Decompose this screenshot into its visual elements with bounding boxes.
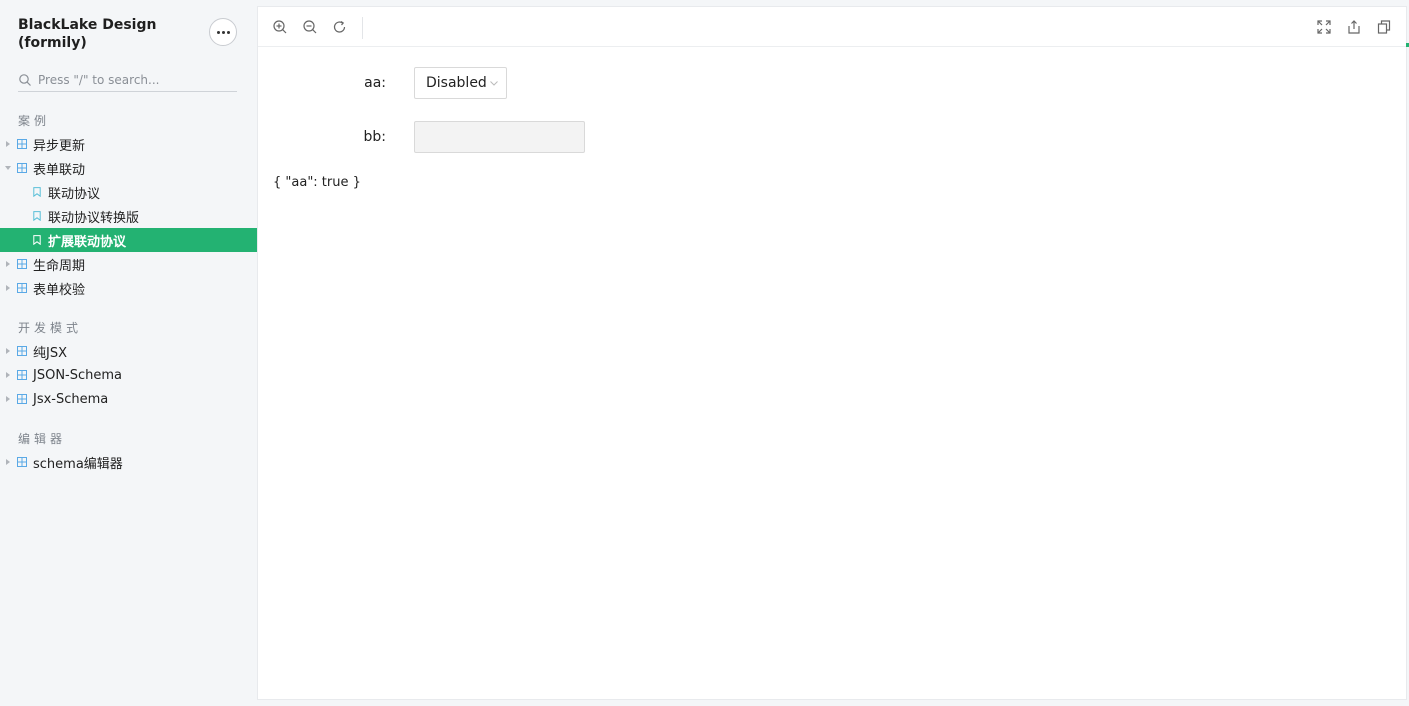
sidebar: BlackLake Design (formily) 案例 异步更新 表单联动 …	[0, 0, 257, 706]
form-values-output: { "aa": true }	[273, 175, 361, 190]
bookmark-icon	[33, 235, 41, 245]
toolbar-divider	[362, 17, 363, 39]
sidebar-item-schema-editor[interactable]: schema编辑器	[0, 450, 257, 474]
sidebar-item-jsx-schema[interactable]: Jsx-Schema	[0, 387, 257, 411]
group-title-dev-mode: 开发模式	[18, 321, 83, 335]
sidebar-item-label: 扩展联动协议	[48, 234, 127, 250]
sidebar-item-label: 联动协议	[48, 186, 101, 202]
sidebar-item-label: JSON-Schema	[33, 367, 123, 383]
sidebar-item-label: 纯JSX	[33, 345, 67, 361]
bookmark-icon	[33, 187, 41, 197]
sidebar-item-pure-jsx[interactable]: 纯JSX	[0, 339, 257, 363]
more-icon	[216, 30, 230, 34]
bookmark-icon	[33, 211, 41, 221]
grid-icon	[17, 394, 27, 404]
sidebar-item-form-linkage[interactable]: 表单联动	[0, 156, 257, 180]
more-options-button[interactable]	[209, 18, 237, 46]
sidebar-item-form-validation[interactable]: 表单校验	[0, 276, 257, 300]
grid-icon	[17, 139, 27, 149]
grid-icon	[17, 457, 27, 467]
fullscreen-icon[interactable]	[1316, 19, 1332, 35]
sidebar-item-label: 生命周期	[33, 258, 86, 274]
sidebar-item-async-update[interactable]: 异步更新	[0, 132, 257, 156]
grid-icon	[17, 259, 27, 269]
search-icon	[19, 73, 31, 86]
grid-icon	[17, 283, 27, 293]
zoom-in-icon[interactable]	[272, 19, 288, 35]
sidebar-item-linkage-protocol[interactable]: 联动协议	[0, 180, 257, 204]
search-bar	[18, 68, 237, 92]
aa-label: aa:	[364, 75, 386, 91]
aa-select[interactable]: Disabled	[414, 67, 507, 99]
grid-icon	[17, 370, 27, 380]
grid-icon	[17, 163, 27, 173]
group-title-cases: 案例	[18, 114, 51, 128]
grid-icon	[17, 346, 27, 356]
demo-toolbar	[258, 7, 1406, 47]
group-title-editor: 编辑器	[18, 432, 67, 446]
bb-label: bb:	[363, 129, 387, 145]
sidebar-item-label: 表单联动	[33, 162, 86, 178]
sidebar-item-label: 表单校验	[33, 282, 86, 298]
zoom-out-icon[interactable]	[302, 19, 318, 35]
sidebar-item-lifecycle[interactable]: 生命周期	[0, 252, 257, 276]
copy-icon[interactable]	[1376, 19, 1392, 35]
bb-input[interactable]	[414, 121, 585, 153]
sidebar-item-label: Jsx-Schema	[33, 391, 109, 407]
aa-select-value: Disabled	[426, 75, 487, 91]
search-input[interactable]	[38, 72, 228, 87]
sidebar-item-linkage-protocol-converted[interactable]: 联动协议转换版	[0, 204, 257, 228]
sidebar-item-json-schema[interactable]: JSON-Schema	[0, 363, 257, 387]
sidebar-item-label: 异步更新	[33, 138, 86, 154]
sidebar-item-label: 联动协议转换版	[48, 210, 140, 226]
reset-icon[interactable]	[332, 19, 348, 35]
demo-panel: aa: Disabled bb: { "aa": true }	[257, 6, 1407, 700]
sidebar-item-label: schema编辑器	[33, 456, 123, 472]
export-icon[interactable]	[1346, 19, 1362, 35]
chevron-down-icon	[489, 81, 498, 86]
sidebar-item-extended-linkage-protocol[interactable]: 扩展联动协议	[0, 228, 257, 252]
brand-title: BlackLake Design (formily)	[18, 17, 157, 51]
